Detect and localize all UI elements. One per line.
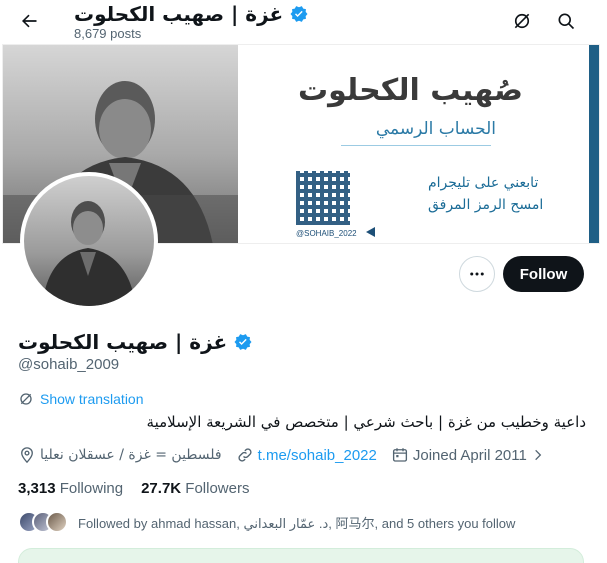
profile-meta: فلسطين = غزة / عسقلان نعليا t.me/sohaib_… bbox=[18, 445, 559, 465]
banner-telegram-line2: امسح الرمز المرفق bbox=[428, 197, 544, 213]
followed-by[interactable]: Followed by ahmad hassan, د. عمّار البعد… bbox=[18, 510, 515, 534]
following-label: Following bbox=[59, 480, 124, 497]
link-icon bbox=[238, 448, 252, 462]
following-count: 3,313 bbox=[18, 480, 56, 497]
avatar[interactable] bbox=[20, 172, 158, 310]
join-date-text: Joined April 2011 bbox=[412, 446, 527, 464]
website[interactable]: t.me/sohaib_2022 bbox=[236, 446, 377, 464]
search-button[interactable] bbox=[549, 4, 583, 38]
website-link[interactable]: t.me/sohaib_2022 bbox=[258, 447, 377, 464]
follower-avatars bbox=[18, 511, 68, 533]
grok-button[interactable] bbox=[505, 4, 539, 38]
banner-telegram-line1: تابعني على تليجرام bbox=[428, 175, 539, 191]
header-title: غزة | صهيب الكحلوت bbox=[74, 2, 309, 26]
follow-stats: 3,313 Following 27.7K Followers bbox=[18, 480, 249, 497]
followers-count: 27.7K bbox=[141, 480, 182, 497]
followers-stat[interactable]: 27.7K Followers bbox=[141, 480, 249, 497]
banner-subtitle: الحساب الرسمي bbox=[375, 119, 496, 139]
location-text: فلسطين = غزة / عسقلان نعليا bbox=[40, 447, 222, 463]
following-stat[interactable]: 3,313 Following bbox=[18, 480, 123, 497]
search-icon bbox=[558, 13, 575, 30]
more-button[interactable] bbox=[459, 256, 495, 292]
more-icon bbox=[470, 272, 484, 276]
followers-label: Followers bbox=[185, 480, 250, 497]
bio: داعية وخطيب من غزة | باحث شرعي | متخصص ف… bbox=[146, 413, 586, 431]
back-button[interactable] bbox=[12, 4, 46, 38]
qr-code bbox=[296, 171, 350, 225]
join-date[interactable]: Joined April 2011 bbox=[391, 446, 545, 464]
location-icon bbox=[21, 447, 33, 464]
verified-badge-icon[interactable] bbox=[233, 332, 253, 352]
display-name-text: غزة | صهيب الكحلوت bbox=[18, 330, 228, 354]
banner-name: صُهيب الكحلوت bbox=[297, 73, 523, 108]
show-translation-link[interactable]: Show translation bbox=[18, 391, 144, 407]
banner-arrow-icon bbox=[366, 227, 375, 237]
translate-icon bbox=[20, 393, 32, 405]
show-translation-label: Show translation bbox=[40, 391, 144, 407]
calendar-icon bbox=[392, 448, 407, 462]
user-handle: @sohaib_2009 bbox=[18, 356, 120, 373]
back-arrow-icon bbox=[22, 14, 37, 28]
notice-card bbox=[18, 548, 584, 563]
banner-handle: @SOHAIB_2022 bbox=[296, 229, 357, 238]
profile-header: غزة | صهيب الكحلوت 8,679 posts bbox=[0, 0, 607, 44]
verified-badge-icon bbox=[290, 6, 308, 22]
location: فلسطين = غزة / عسقلان نعليا bbox=[18, 446, 222, 464]
banner-divider bbox=[341, 145, 491, 146]
follower-avatar bbox=[46, 511, 68, 533]
header-title-text: غزة | صهيب الكحلوت bbox=[74, 2, 284, 26]
display-name: غزة | صهيب الكحلوت bbox=[18, 330, 253, 354]
followed-by-text: Followed by ahmad hassan, د. عمّار البعد… bbox=[78, 515, 516, 531]
chevron-right-icon bbox=[535, 449, 542, 461]
posts-count: 8,679 posts bbox=[74, 26, 142, 41]
follow-button[interactable]: Follow bbox=[503, 256, 584, 292]
banner-text-area: صُهيب الكحلوت الحساب الرسمي تابعني على ت… bbox=[238, 45, 599, 243]
banner-side-strip bbox=[589, 45, 599, 243]
grok-icon bbox=[514, 13, 530, 29]
